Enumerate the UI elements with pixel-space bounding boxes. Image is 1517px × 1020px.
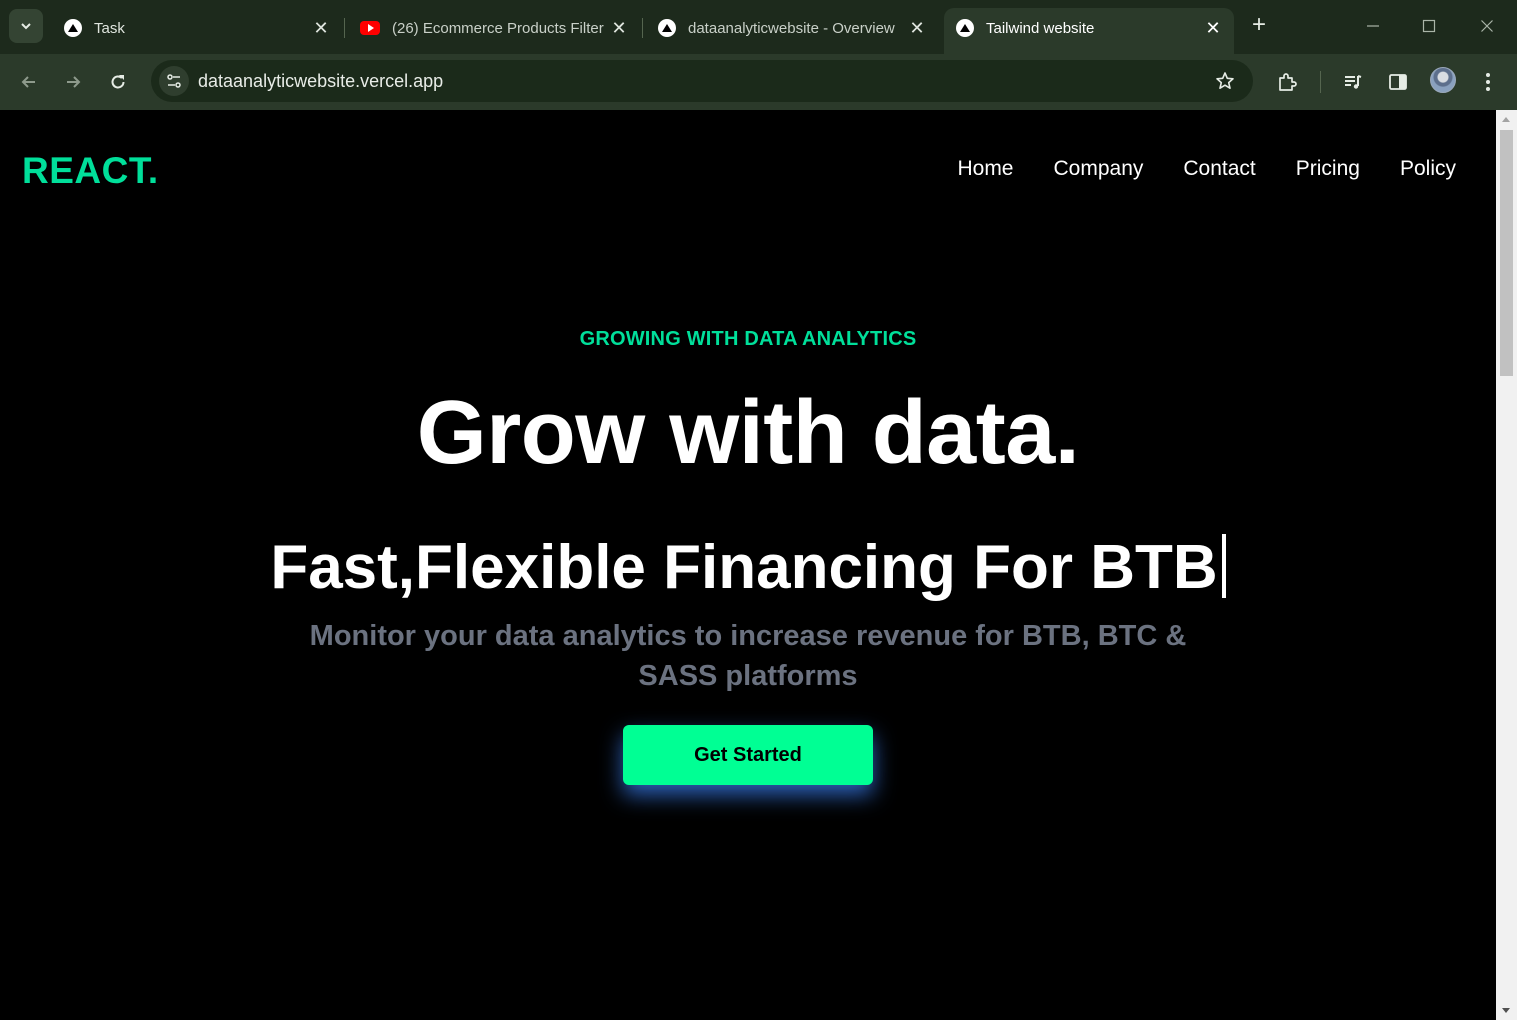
profile-avatar[interactable] [1430,67,1456,93]
puzzle-icon [1279,73,1297,91]
minimize-icon [1367,25,1379,27]
scroll-up-arrow-icon[interactable] [1502,117,1510,122]
page-viewport: REACT. Home Company Contact Pricing Poli… [0,110,1496,1020]
get-started-button[interactable]: Get Started [623,725,873,785]
browser-toolbar: dataanalyticwebsite.vercel.app [0,54,1517,110]
maximize-icon [1422,19,1436,33]
tab-task[interactable]: Task ✕ [52,8,342,48]
browser-menu-button[interactable] [1472,66,1504,98]
close-icon[interactable]: ✕ [608,17,630,39]
bookmark-button[interactable] [1213,69,1237,93]
tab-separator [344,18,345,38]
vercel-triangle-icon [956,19,974,37]
tab-strip: Task ✕ (26) Ecommerce Products Filter ✕ … [0,0,1517,54]
site-navigation: Home Company Contact Pricing Policy [917,157,1456,181]
nav-link-contact[interactable]: Contact [1183,157,1255,181]
tune-icon [167,74,181,88]
back-button[interactable] [13,66,45,98]
scroll-thumb[interactable] [1500,130,1513,376]
side-panel-icon [1389,74,1407,90]
tab-title: Tailwind website [986,19,1095,37]
arrow-right-icon [67,76,81,88]
nav-link-home[interactable]: Home [957,157,1013,181]
new-tab-button[interactable]: + [1246,13,1272,39]
youtube-icon [360,21,380,35]
hero-typed-line: Fast,Flexible Financing For BTB [0,534,1496,599]
arrow-left-icon [21,76,35,88]
typed-text: Fast,Flexible Financing For BTB [270,533,1218,602]
tab-title: dataanalyticwebsite - Overview [688,19,895,37]
url-text[interactable]: dataanalyticwebsite.vercel.app [198,71,443,92]
close-icon[interactable]: ✕ [310,17,332,39]
tab-overview[interactable]: dataanalyticwebsite - Overview ✕ [646,8,938,48]
hero-title: Grow with data. [416,383,1080,483]
nav-link-pricing[interactable]: Pricing [1296,157,1360,181]
forward-button[interactable] [57,66,89,98]
maximize-button[interactable] [1409,10,1449,42]
window-close-button[interactable] [1467,10,1507,42]
scroll-down-arrow-icon[interactable] [1502,1008,1510,1013]
tab-tailwind-website[interactable]: Tailwind website ✕ [944,8,1234,54]
browser-chrome: Task ✕ (26) Ecommerce Products Filter ✕ … [0,0,1517,110]
site-logo[interactable]: REACT. [22,150,159,192]
tab-title: Task [94,19,125,37]
minimize-button[interactable] [1353,10,1393,42]
nav-link-company[interactable]: Company [1054,157,1144,181]
page-scrollbar[interactable] [1496,110,1517,1020]
site-info-button[interactable] [159,66,189,96]
more-vertical-icon [1486,73,1490,91]
reload-icon [111,75,125,89]
address-bar[interactable]: dataanalyticwebsite.vercel.app [151,60,1253,102]
media-control-button[interactable] [1337,66,1369,98]
tab-youtube[interactable]: (26) Ecommerce Products Filter ✕ [348,8,640,48]
vercel-triangle-icon [64,19,82,37]
side-panel-button[interactable] [1382,66,1414,98]
close-icon[interactable]: ✕ [1202,17,1224,39]
tab-search-button[interactable] [9,9,43,43]
vercel-triangle-icon [658,19,676,37]
typing-cursor [1221,534,1226,598]
star-icon [1216,72,1234,89]
close-icon[interactable]: ✕ [906,17,928,39]
nav-link-policy[interactable]: Policy [1400,157,1456,181]
chevron-down-icon [21,23,31,30]
hero-eyebrow: GROWING WITH DATA ANALYTICS [579,328,917,350]
extensions-button[interactable] [1271,66,1303,98]
reload-button[interactable] [102,66,134,98]
tab-title: (26) Ecommerce Products Filter [392,19,604,37]
toolbar-divider [1320,71,1321,93]
hero-subtitle: Monitor your data analytics to increase … [309,620,1187,692]
close-icon [1481,20,1493,32]
tab-separator [642,18,643,38]
playlist-icon [1345,75,1362,89]
